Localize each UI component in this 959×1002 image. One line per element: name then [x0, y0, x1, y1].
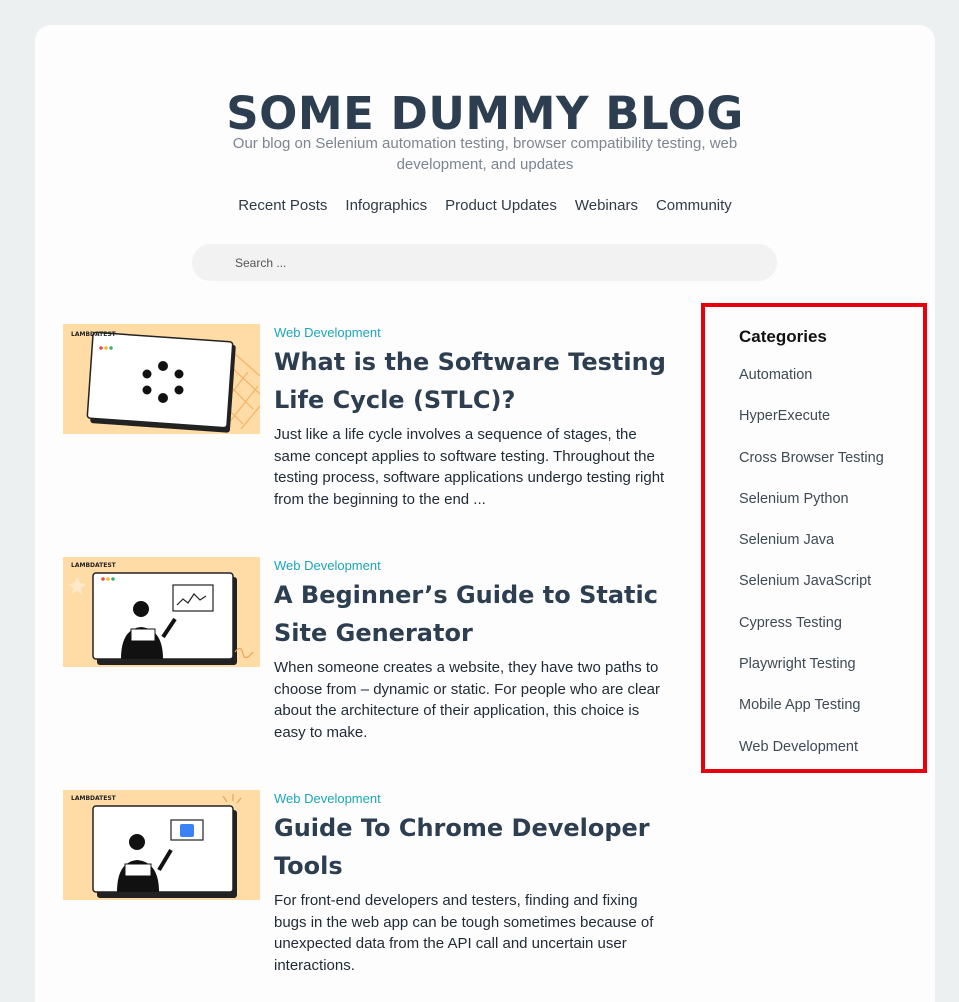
categories-heading: Categories: [739, 327, 827, 346]
categories-list: Automation HyperExecute Cross Browser Te…: [739, 367, 884, 780]
post-excerpt: When someone creates a website, they hav…: [274, 659, 661, 741]
category-link-web-development[interactable]: Web Development: [739, 739, 884, 780]
category-link-selenium-java[interactable]: Selenium Java: [739, 532, 884, 573]
post-category[interactable]: Web Development: [274, 324, 674, 342]
category-link-playwright-testing[interactable]: Playwright Testing: [739, 656, 884, 697]
post-title[interactable]: A Beginner’s Guide to Static Site Genera…: [274, 576, 674, 652]
nav-infographics[interactable]: Infographics: [345, 197, 427, 214]
main-nav: Recent Posts Infographics Product Update…: [35, 197, 935, 214]
post-category[interactable]: Web Development: [274, 557, 674, 575]
blog-card: SOME DUMMY BLOG Our blog on Selenium aut…: [35, 25, 935, 1002]
nav-webinars[interactable]: Webinars: [575, 197, 638, 214]
category-link-selenium-python[interactable]: Selenium Python: [739, 491, 884, 532]
post-excerpt: Just like a life cycle involves a sequen…: [274, 426, 665, 508]
nav-product-updates[interactable]: Product Updates: [445, 197, 557, 214]
post-excerpt: For front-end developers and testers, fi…: [274, 892, 654, 974]
category-link-cross-browser-testing[interactable]: Cross Browser Testing: [739, 450, 884, 491]
post-thumbnail[interactable]: LAMBDATEST: [63, 790, 260, 900]
category-link-selenium-javascript[interactable]: Selenium JavaScript: [739, 573, 884, 614]
category-link-hyperexecute[interactable]: HyperExecute: [739, 408, 884, 449]
post-title[interactable]: What is the Software Testing Life Cycle …: [274, 343, 674, 419]
lambdatest-logo: LAMBDATEST: [71, 795, 117, 802]
category-link-mobile-app-testing[interactable]: Mobile App Testing: [739, 697, 884, 738]
post-thumbnail[interactable]: LAMBDATEST: [63, 324, 260, 434]
nav-recent-posts[interactable]: Recent Posts: [238, 197, 327, 214]
lambdatest-logo: LAMBDATEST: [71, 331, 117, 338]
category-link-cypress-testing[interactable]: Cypress Testing: [739, 615, 884, 656]
lambdatest-logo: LAMBDATEST: [71, 562, 117, 569]
search-input[interactable]: [192, 244, 777, 281]
site-tagline: Our blog on Selenium automation testing,…: [232, 135, 738, 173]
post-thumbnail[interactable]: LAMBDATEST: [63, 557, 260, 667]
categories-widget: Categories Automation HyperExecute Cross…: [701, 303, 927, 773]
post-title[interactable]: Guide To Chrome Developer Tools: [274, 809, 674, 885]
category-link-automation[interactable]: Automation: [739, 367, 884, 408]
nav-community[interactable]: Community: [656, 197, 732, 214]
post-category[interactable]: Web Development: [274, 790, 674, 808]
